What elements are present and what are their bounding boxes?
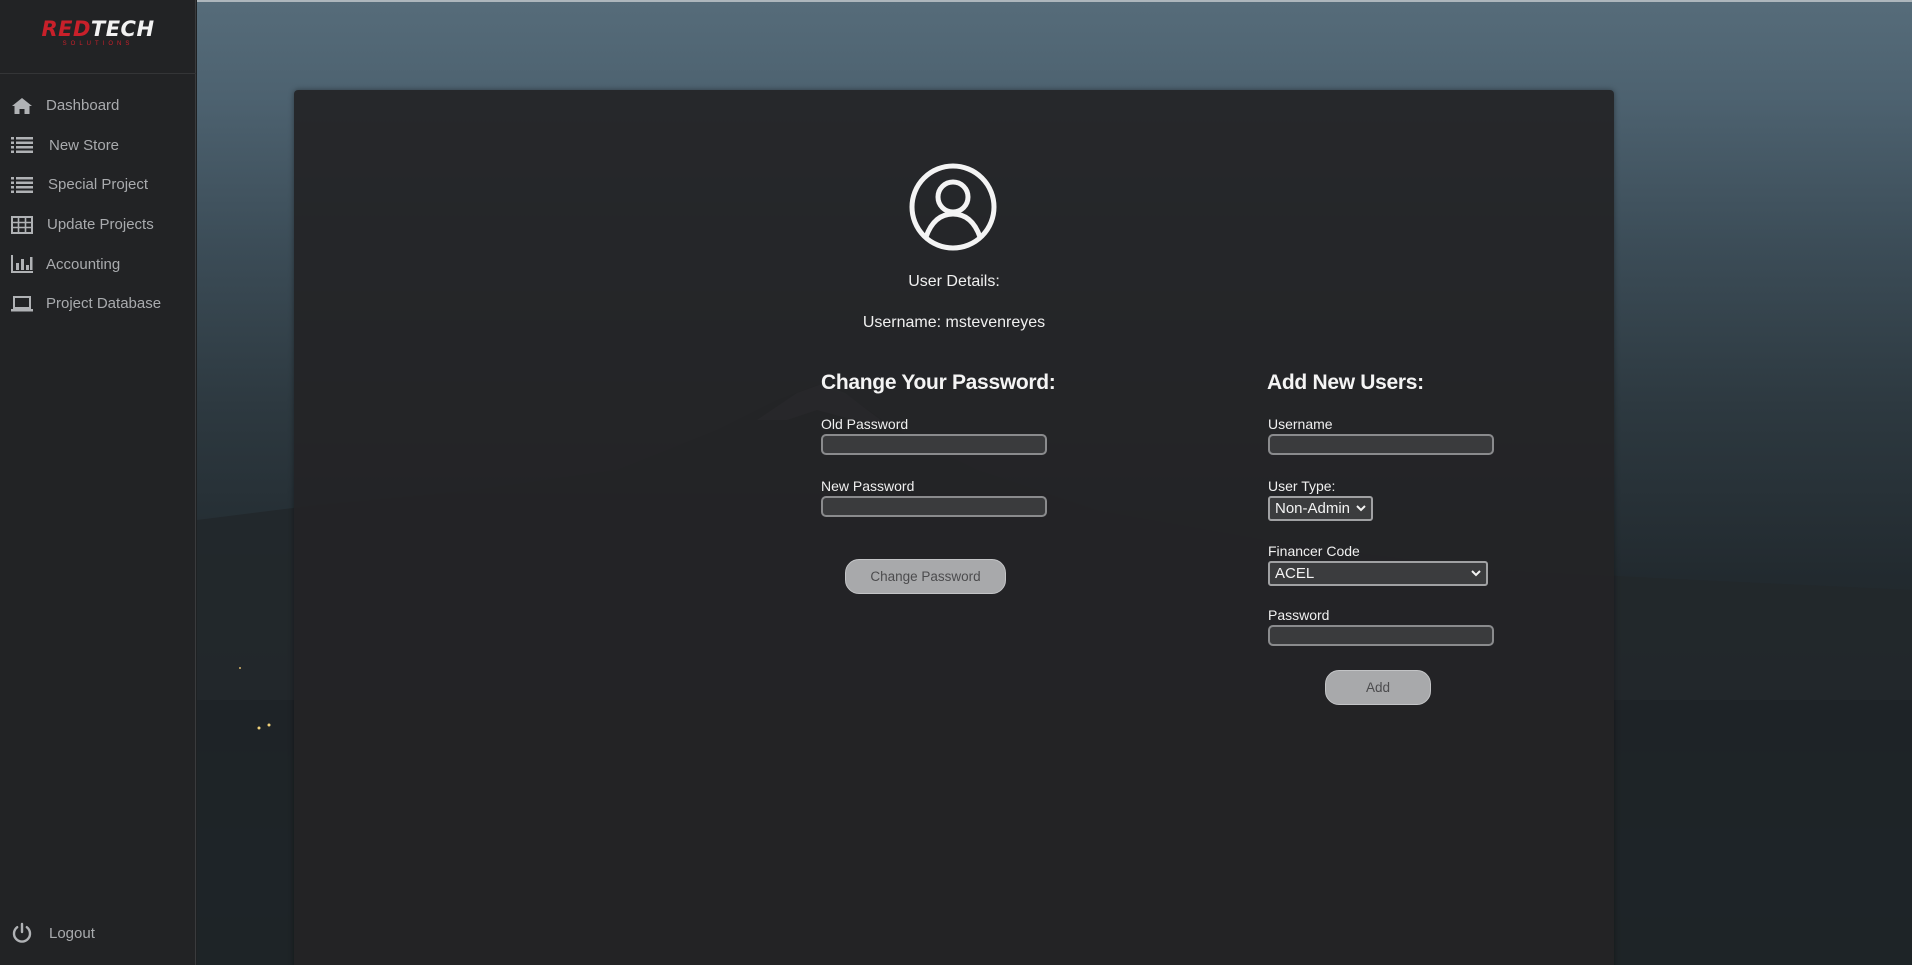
power-icon [11,922,35,943]
sidebar-item-new-store[interactable]: New Store [0,126,196,166]
sidebar-divider [0,73,196,74]
change-password-heading: Change Your Password: [821,371,1056,394]
logout-label: Logout [49,924,95,942]
logo-subtitle: SOLUTIONS [62,41,134,47]
list-icon [11,175,35,195]
user-type-label: User Type: [1268,478,1336,494]
new-password-input[interactable] [821,496,1047,517]
chevron-down-icon [1356,505,1366,512]
sidebar-item-label: New Store [49,136,120,154]
sidebar: REDTECH SOLUTIONS Dashboard New Store Sp… [0,0,196,965]
home-icon [11,96,35,116]
sidebar-item-label: Accounting [46,255,121,273]
old-password-input[interactable] [821,434,1047,455]
laptop-icon [11,294,35,314]
new-user-password-input[interactable] [1268,625,1494,646]
sidebar-item-label: Update Projects [47,216,154,234]
sidebar-item-label: Project Database [46,295,162,313]
user-details-title: User Details: [908,273,1000,290]
logout-button[interactable]: Logout [11,922,95,943]
new-user-password-label: Password [1268,607,1330,623]
user-type-select[interactable]: Non-Admin [1268,496,1373,521]
sidebar-item-dashboard[interactable]: Dashboard [0,86,196,126]
bar-chart-icon [11,254,35,274]
financer-code-value: ACEL [1275,565,1315,582]
list-icon [11,135,35,155]
chevron-down-icon [1471,570,1481,577]
new-username-input[interactable] [1268,434,1494,455]
new-username-label: Username [1268,416,1333,432]
sidebar-nav: Dashboard New Store Special Project Upda… [0,86,196,324]
sidebar-item-accounting[interactable]: Accounting [0,244,196,284]
user-avatar-icon [909,163,997,251]
main-content: User Details: Username: mstevenreyes Cha… [197,0,1912,965]
logo-text-white: TECH [90,17,155,41]
add-user-button[interactable]: Add [1325,670,1431,705]
old-password-label: Old Password [821,416,909,432]
user-settings-panel: User Details: Username: mstevenreyes Cha… [294,90,1614,965]
new-password-label: New Password [821,478,915,494]
logo-text-red: RED [41,17,91,41]
change-password-button[interactable]: Change Password [845,559,1006,594]
sidebar-item-special-project[interactable]: Special Project [0,165,196,205]
financer-code-select[interactable]: ACEL [1268,561,1488,586]
financer-code-label: Financer Code [1268,543,1360,559]
user-type-value: Non-Admin [1275,500,1351,517]
sidebar-item-label: Special Project [48,176,149,194]
sidebar-item-label: Dashboard [46,97,120,115]
add-new-users-heading: Add New Users: [1267,371,1424,394]
sidebar-item-project-database[interactable]: Project Database [0,284,196,324]
current-username: Username: mstevenreyes [862,314,1046,331]
table-icon [11,215,35,235]
redtech-logo[interactable]: REDTECH SOLUTIONS [0,18,196,48]
sidebar-item-update-projects[interactable]: Update Projects [0,205,196,245]
